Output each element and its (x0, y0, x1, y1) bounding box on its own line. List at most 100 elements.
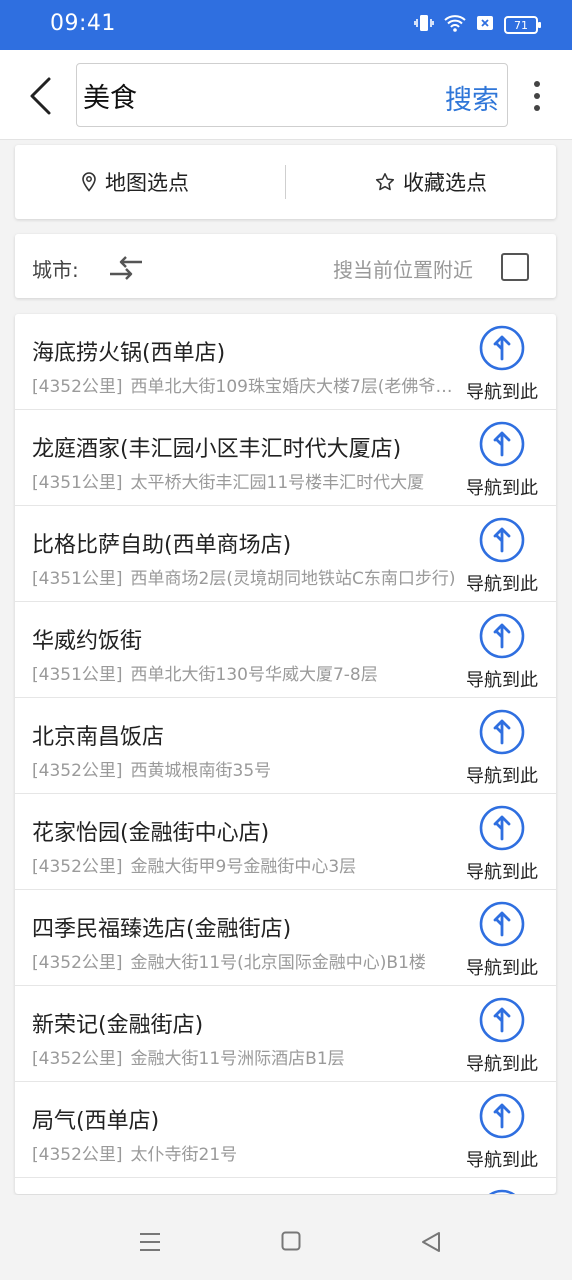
result-distance: [4351公里] (32, 569, 123, 589)
result-item[interactable]: 海底捞火锅(西单店) [4352公里] 西单北大街109珠宝婚庆大楼7层(老佛爷百货… (15, 314, 556, 410)
result-item[interactable]: 导航到此 (15, 1178, 556, 1194)
result-address-line: [4352公里] 金融大街甲9号金融街中心3层 (32, 852, 460, 877)
menu-icon[interactable] (138, 1231, 162, 1257)
navigate-arrow-icon (479, 997, 525, 1047)
result-address-line: [4352公里] 西黄城根南街35号 (32, 756, 460, 781)
result-address-line: [4351公里] 西单商场2层(灵境胡同地铁站C东南口步行) (32, 564, 460, 589)
search-box: 搜索 (76, 63, 508, 127)
result-address-line: [4352公里] 金融大街11号(北京国际金融中心)B1楼 (32, 948, 460, 973)
result-distance: [4352公里] (32, 857, 123, 877)
wifi-icon (444, 14, 466, 36)
navigate-here-button[interactable]: 导航到此 (462, 418, 542, 502)
nearby-search-checkbox[interactable] (501, 253, 529, 281)
navigate-here-label: 导航到此 (466, 1054, 538, 1075)
result-distance: [4351公里] (32, 473, 123, 493)
navigate-here-label: 导航到此 (466, 766, 538, 787)
navigate-here-label: 导航到此 (466, 958, 538, 979)
navigate-here-button[interactable]: 导航到此 (462, 898, 542, 982)
result-item[interactable]: 新荣记(金融街店) [4352公里] 金融大街11号洲际酒店B1层 导航到此 (15, 986, 556, 1082)
favorite-pick-label: 收藏选点 (403, 171, 487, 195)
favorite-pick-button[interactable]: 收藏选点 (375, 163, 487, 201)
status-icons: 71 (414, 13, 541, 37)
result-distance: [4352公里] (32, 377, 123, 397)
result-distance: [4352公里] (32, 1049, 123, 1069)
more-vertical-icon-dot (534, 105, 540, 111)
navigate-here-button[interactable]: 导航到此 (462, 610, 542, 694)
status-bar: 09:41 71 (0, 0, 572, 50)
location-pin-icon (82, 172, 96, 192)
navigate-arrow-icon (479, 709, 525, 759)
result-distance: [4352公里] (32, 761, 123, 781)
result-address: 太仆寺街21号 (130, 1145, 238, 1165)
back-triangle-icon[interactable] (421, 1231, 441, 1257)
city-filter-card: 城市: 搜当前位置附近 (15, 234, 556, 298)
more-options-button[interactable] (526, 78, 548, 114)
navigate-here-button[interactable]: 导航到此 (462, 706, 542, 790)
divider (285, 165, 286, 199)
search-input[interactable] (83, 74, 433, 116)
result-address: 金融大街甲9号金融街中心3层 (130, 857, 357, 877)
result-address-line: [4351公里] 太平桥大街丰汇园11号楼丰汇时代大厦 (32, 468, 460, 493)
navigate-here-button[interactable]: 导航到此 (462, 994, 542, 1078)
navigate-here-button[interactable]: 导航到此 (462, 514, 542, 598)
map-pick-label: 地图选点 (105, 171, 189, 195)
result-name: 华威约饭街 (32, 629, 143, 654)
swap-arrows-icon[interactable] (108, 254, 144, 286)
pick-location-card: 地图选点 收藏选点 (15, 145, 556, 219)
result-address: 金融大街11号(北京国际金融中心)B1楼 (130, 953, 426, 973)
navigate-here-label: 导航到此 (466, 574, 538, 595)
result-distance: [4352公里] (32, 953, 123, 973)
result-name: 新荣记(金融街店) (32, 1013, 204, 1038)
result-address-line: [4352公里] 西单北大街109珠宝婚庆大楼7层(老佛爷百货西侧) (32, 372, 460, 397)
navigate-here-button[interactable]: 导航到此 (462, 1090, 542, 1174)
result-item[interactable]: 龙庭酒家(丰汇园小区丰汇时代大厦店) [4351公里] 太平桥大街丰汇园11号楼丰汇… (15, 410, 556, 506)
map-pick-button[interactable]: 地图选点 (81, 163, 189, 201)
result-address: 西单北大街109珠宝婚庆大楼7层(老佛爷百货西侧) (130, 377, 460, 397)
more-vertical-icon-dot (534, 81, 540, 87)
result-item[interactable]: 花家怡园(金融街中心店) [4352公里] 金融大街甲9号金融街中心3层 导航到此 (15, 794, 556, 890)
result-address: 西单北大街130号华威大厦7-8层 (130, 665, 378, 685)
result-name: 北京南昌饭店 (32, 725, 165, 750)
result-item[interactable]: 华威约饭街 [4351公里] 西单北大街130号华威大厦7-8层 导航到此 (15, 602, 556, 698)
result-address-line: [4352公里] 金融大街11号洲际酒店B1层 (32, 1044, 460, 1069)
navigate-arrow-icon (479, 325, 525, 375)
system-nav-bar (0, 1195, 572, 1280)
navigate-arrow-icon (479, 517, 525, 567)
result-address: 西黄城根南街35号 (130, 761, 272, 781)
result-name: 四季民福臻选店(金融街店) (32, 917, 292, 942)
navigate-arrow-icon (479, 805, 525, 855)
result-address: 西单商场2层(灵境胡同地铁站C东南口步行) (130, 569, 456, 589)
navigate-here-button[interactable]: 导航到此 (462, 1186, 542, 1194)
more-vertical-icon-dot (534, 93, 540, 99)
star-icon (375, 173, 395, 191)
navigate-here-label: 导航到此 (466, 862, 538, 883)
nearby-search-label: 搜当前位置附近 (333, 258, 473, 282)
result-item[interactable]: 比格比萨自助(西单商场店) [4351公里] 西单商场2层(灵境胡同地铁站C东南口步… (15, 506, 556, 602)
result-item[interactable]: 局气(西单店) [4352公里] 太仆寺街21号 导航到此 (15, 1082, 556, 1178)
home-square-icon[interactable] (281, 1231, 301, 1255)
result-distance: [4352公里] (32, 1145, 123, 1165)
result-address: 金融大街11号洲际酒店B1层 (130, 1049, 345, 1069)
result-address-line: [4352公里] 太仆寺街21号 (32, 1140, 460, 1165)
city-label: 城市: (32, 258, 79, 282)
result-distance: [4351公里] (32, 665, 123, 685)
back-button[interactable] (20, 72, 60, 120)
result-item[interactable]: 北京南昌饭店 [4352公里] 西黄城根南街35号 导航到此 (15, 698, 556, 794)
result-item[interactable]: 四季民福臻选店(金融街店) [4352公里] 金融大街11号(北京国际金融中心)B1… (15, 890, 556, 986)
search-button[interactable]: 搜索 (445, 78, 499, 117)
result-address-line: [4351公里] 西单北大街130号华威大厦7-8层 (32, 660, 460, 685)
navigate-here-label: 导航到此 (466, 1150, 538, 1171)
navigate-arrow-icon (479, 421, 525, 471)
navigate-here-button[interactable]: 导航到此 (462, 802, 542, 886)
sim-off-icon (476, 14, 494, 36)
battery-icon: 71 (504, 16, 541, 34)
navigate-here-button[interactable]: 导航到此 (462, 322, 542, 406)
navigate-arrow-icon (479, 901, 525, 951)
navigate-here-label: 导航到此 (466, 382, 538, 403)
result-name: 花家怡园(金融街中心店) (32, 821, 270, 846)
result-name: 海底捞火锅(西单店) (32, 341, 226, 366)
navigate-arrow-icon (479, 1189, 525, 1194)
vibrate-icon (414, 13, 434, 37)
chevron-left-icon (30, 77, 51, 115)
navigate-arrow-icon (479, 613, 525, 663)
